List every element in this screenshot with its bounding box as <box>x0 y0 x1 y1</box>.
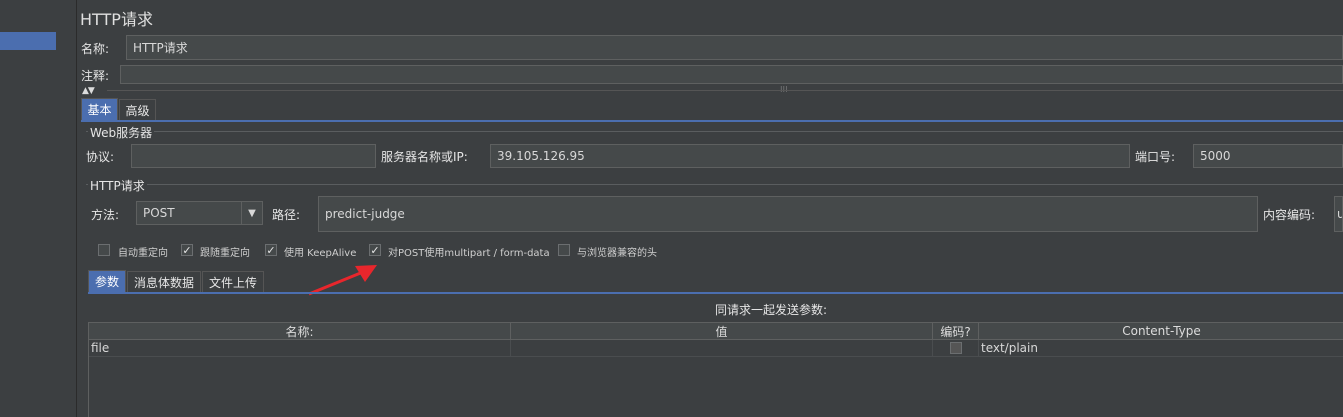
tab-files-upload[interactable]: 文件上传 <box>202 271 264 292</box>
test-plan-tree[interactable] <box>0 0 63 417</box>
cell-value[interactable] <box>511 340 933 356</box>
cell-name[interactable]: file <box>89 340 511 356</box>
multipart-checkbox[interactable]: ✓ <box>369 244 381 256</box>
server-input-value: 39.105.126.95 <box>497 149 585 163</box>
tab-body-data[interactable]: 消息体数据 <box>127 271 201 292</box>
comment-input[interactable] <box>120 65 1343 84</box>
column-header-name[interactable]: 名称: <box>89 323 511 339</box>
path-input[interactable]: predict-judge <box>318 196 1258 232</box>
params-table[interactable]: 名称: 值 编码? Content-Type file text/plain <box>88 322 1343 417</box>
name-input-value: HTTP请求 <box>133 41 188 55</box>
tab-underline <box>81 120 1343 122</box>
web-server-group-title: Web服务器 <box>88 124 155 141</box>
tree-selected-item[interactable] <box>0 32 56 50</box>
port-input-value: 5000 <box>1200 149 1231 163</box>
column-header-encode[interactable]: 编码? <box>933 323 979 339</box>
comment-label: 注释: <box>81 69 110 83</box>
tab-advanced[interactable]: 高级 <box>119 99 156 120</box>
method-label: 方法: <box>91 208 120 222</box>
keepalive-label: 使用 KeepAlive <box>284 248 357 259</box>
column-header-value[interactable]: 值 <box>511 323 933 339</box>
encoding-input[interactable]: u <box>1334 196 1343 232</box>
encode-checkbox[interactable] <box>949 342 962 354</box>
name-label: 名称: <box>81 42 110 56</box>
triangle-up-down-icon[interactable]: ▲▼ <box>82 86 95 96</box>
page-title: HTTP请求 <box>80 10 153 29</box>
browser-headers-checkbox[interactable] <box>558 244 570 256</box>
path-input-value: predict-judge <box>325 207 405 221</box>
method-select-value: POST <box>143 206 175 220</box>
split-pane-divider[interactable] <box>62 0 77 417</box>
follow-redirect-label: 跟随重定向 <box>200 248 250 259</box>
column-header-content-type[interactable]: Content-Type <box>979 323 1343 339</box>
keepalive-checkbox[interactable]: ✓ <box>265 244 277 256</box>
splitter-line <box>107 90 1343 91</box>
auto-redirect-label: 自动重定向 <box>118 248 168 259</box>
triangle-down-icon[interactable]: ▼ <box>241 202 262 224</box>
http-request-group-border <box>86 184 1343 185</box>
auto-redirect-checkbox[interactable] <box>98 244 110 256</box>
server-label: 服务器名称或IP: <box>381 150 468 164</box>
http-request-group-title: HTTP请求 <box>88 177 147 194</box>
port-label: 端口号: <box>1135 150 1176 164</box>
port-input[interactable]: 5000 <box>1193 144 1343 168</box>
path-label: 路径: <box>272 208 301 222</box>
tab-parameters[interactable]: 参数 <box>88 270 126 292</box>
sub-tab-underline <box>88 292 1343 294</box>
method-select[interactable]: POST ▼ <box>136 201 263 225</box>
params-table-header: 名称: 值 编码? Content-Type <box>89 322 1343 340</box>
browser-headers-label: 与浏览器兼容的头 <box>577 248 657 259</box>
tab-basic[interactable]: 基本 <box>81 98 118 120</box>
encoding-input-value: u <box>1337 207 1342 221</box>
web-server-group-border <box>86 131 1343 132</box>
cell-content-type[interactable]: text/plain <box>979 340 1343 356</box>
protocol-input[interactable] <box>131 144 376 168</box>
table-row[interactable]: file text/plain <box>89 340 1343 357</box>
server-input[interactable]: 39.105.126.95 <box>490 144 1130 168</box>
protocol-label: 协议: <box>86 150 115 164</box>
params-caption: 同请求一起发送参数: <box>715 303 828 317</box>
cell-encode[interactable] <box>933 340 979 356</box>
multipart-label: 对POST使用multipart / form-data <box>388 248 550 259</box>
encoding-label: 内容编码: <box>1263 208 1316 222</box>
name-input[interactable]: HTTP请求 <box>126 35 1343 60</box>
follow-redirect-checkbox[interactable]: ✓ <box>181 244 193 256</box>
